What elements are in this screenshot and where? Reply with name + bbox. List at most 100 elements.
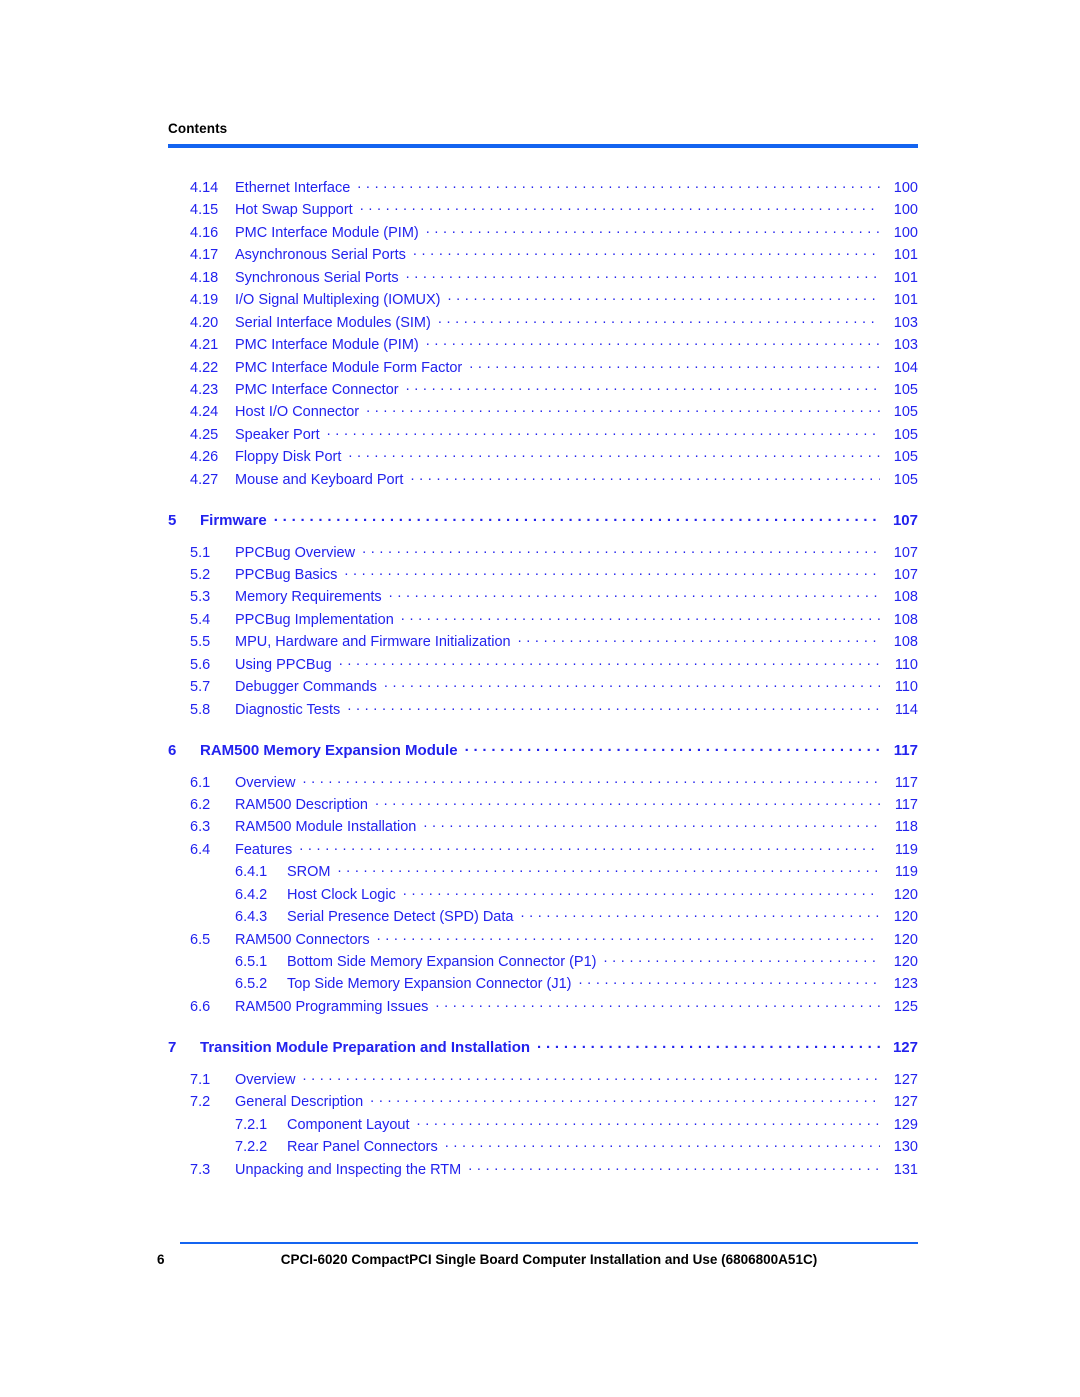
toc-entry-title: Diagnostic Tests — [235, 701, 341, 718]
toc-entry[interactable]: 4.20 Serial Interface Modules (SIM) 103 — [0, 313, 1080, 335]
toc-dot-leader — [344, 565, 880, 579]
toc-entry-title: RAM500 Description — [235, 796, 368, 813]
toc-entry[interactable]: 4.21 PMC Interface Module (PIM) 103 — [0, 335, 1080, 357]
toc-entry[interactable]: 4.23 PMC Interface Connector 105 — [0, 380, 1080, 402]
toc-dot-leader — [366, 402, 880, 416]
toc-entry-page-number: 110 — [894, 656, 918, 673]
toc-entry[interactable]: 6.2 RAM500 Description 117 — [0, 795, 1080, 817]
toc-entry-page-number: 104 — [893, 359, 918, 376]
toc-dot-leader — [417, 1115, 880, 1129]
toc-dot-leader — [401, 610, 880, 624]
toc-entry-number: 7 — [168, 1039, 177, 1057]
toc-entry[interactable]: 5.6 Using PPCBug 110 — [0, 655, 1080, 677]
toc-entry-title: Debugger Commands — [235, 679, 377, 696]
toc-entry[interactable]: 6 RAM500 Memory Expansion Module 117 — [0, 741, 1080, 763]
toc-entry-number: 6.5.2 — [235, 976, 268, 993]
toc-entry[interactable]: 4.27 Mouse and Keyboard Port 105 — [0, 470, 1080, 492]
toc-entry[interactable]: 7.2 General Description 127 — [0, 1092, 1080, 1114]
toc-entry[interactable]: 4.15 Hot Swap Support 100 — [0, 200, 1080, 222]
toc-entry-page-number: 117 — [894, 796, 918, 813]
toc-entry-page-number: 114 — [894, 701, 918, 718]
toc-entry-number: 5.2 — [190, 567, 211, 583]
toc-entry[interactable]: 6.6 RAM500 Programming Issues 125 — [0, 997, 1080, 1019]
toc-entry-number: 6.4.2 — [235, 886, 268, 903]
toc-entry[interactable]: 5.4 PPCBug Implementation 108 — [0, 610, 1080, 632]
toc-entry-title: Unpacking and Inspecting the RTM — [235, 1161, 462, 1178]
toc-entry[interactable]: 7.1 Overview 127 — [0, 1070, 1080, 1092]
toc-dot-leader — [347, 700, 880, 714]
toc-entry[interactable]: 5.5 MPU, Hardware and Firmware Initializa… — [0, 632, 1080, 654]
toc-entry-number: 4.21 — [190, 337, 219, 354]
toc-dot-leader — [537, 1038, 880, 1052]
toc-entry[interactable]: 6.4 Features 119 — [0, 840, 1080, 862]
toc-entry-title: Hot Swap Support — [235, 202, 353, 219]
toc-entry[interactable]: 4.19 I/O Signal Multiplexing (IOMUX) 101 — [0, 290, 1080, 312]
toc-entry[interactable]: 6.4.1 SROM 119 — [0, 862, 1080, 884]
toc-entry-title: RAM500 Programming Issues — [235, 998, 429, 1015]
toc-entry-number: 5.8 — [190, 701, 211, 718]
toc-dot-leader — [469, 358, 880, 372]
toc-entry-title: RAM500 Module Installation — [235, 819, 417, 836]
toc-entry-number: 6.6 — [190, 998, 211, 1015]
toc-entry-title: PPCBug Overview — [235, 544, 356, 561]
toc-entry[interactable]: 7.2.2 Rear Panel Connectors 130 — [0, 1137, 1080, 1159]
toc-entry[interactable]: 6.4.2 Host Clock Logic 120 — [0, 885, 1080, 907]
toc-entry[interactable]: 6.5.1 Bottom Side Memory Expansion Connec… — [0, 952, 1080, 974]
toc-entry[interactable]: 4.14 Ethernet Interface 100 — [0, 178, 1080, 200]
toc-entry[interactable]: 5.2 PPCBug Basics 107 — [0, 565, 1080, 587]
toc-entry-page-number: 120 — [893, 954, 918, 970]
toc-entry-page-number: 117 — [893, 742, 918, 760]
toc-entry-number: 4.26 — [190, 449, 219, 466]
toc-entry-page-number: 105 — [893, 471, 918, 488]
toc-dot-leader — [447, 290, 880, 304]
toc-dot-leader — [426, 335, 880, 349]
toc-dot-leader — [426, 223, 880, 237]
toc-entry-page-number: 105 — [893, 381, 918, 398]
toc-entry[interactable]: 4.18 Synchronous Serial Ports 101 — [0, 268, 1080, 290]
toc-entry-page-number: 108 — [893, 611, 918, 628]
toc-entry-title: MPU, Hardware and Firmware Initializatio… — [235, 634, 511, 651]
toc-entry-number: 4.16 — [190, 224, 219, 241]
toc-entry[interactable]: 4.22 PMC Interface Module Form Factor 104 — [0, 358, 1080, 380]
toc-entry[interactable]: 5.3 Memory Requirements 108 — [0, 587, 1080, 609]
toc-entry[interactable]: 4.24 Host I/O Connector 105 — [0, 402, 1080, 424]
toc-entry[interactable]: 5.1 PPCBug Overview 107 — [0, 543, 1080, 565]
toc-entry[interactable]: 6.5 RAM500 Connectors 120 — [0, 930, 1080, 952]
toc-entry-page-number: 100 — [893, 224, 918, 241]
toc-entry[interactable]: 5 Firmware 107 — [0, 511, 1080, 533]
toc-dot-leader — [579, 974, 881, 988]
toc-entry-number: 5.7 — [190, 679, 211, 696]
toc-entry-number: 4.17 — [190, 247, 219, 264]
toc-entry[interactable]: 5.7 Debugger Commands 110 — [0, 677, 1080, 699]
toc-entry-number: 6 — [168, 742, 177, 760]
document-page: Contents 4.14 Ethernet Interface 100 4.15 Ho… — [0, 0, 1080, 1397]
toc-entry-title: Host I/O Connector — [235, 404, 360, 421]
toc-entry[interactable]: 6.1 Overview 117 — [0, 773, 1080, 795]
toc-entry[interactable]: 4.17 Asynchronous Serial Ports 101 — [0, 245, 1080, 267]
toc-entry-page-number: 117 — [894, 774, 918, 791]
toc-entry[interactable]: 6.4.3 Serial Presence Detect (SPD) Data 12… — [0, 907, 1080, 929]
toc-dot-leader — [468, 1160, 880, 1174]
toc-entry[interactable]: 4.16 PMC Interface Module (PIM) 100 — [0, 223, 1080, 245]
toc-entry[interactable]: 7 Transition Module Preparation and Insta… — [0, 1038, 1080, 1060]
toc-entry[interactable]: 6.3 RAM500 Module Installation 118 — [0, 817, 1080, 839]
toc-entry-number: 4.18 — [190, 269, 219, 286]
footer-page-number: 6 — [157, 1252, 165, 1267]
toc-entry-title: PMC Interface Module (PIM) — [235, 337, 419, 354]
toc-entry-number: 5.4 — [190, 611, 211, 628]
toc-entry-number: 5.3 — [190, 589, 211, 606]
toc-entry-number: 6.3 — [190, 819, 211, 836]
toc-entry[interactable]: 6.5.2 Top Side Memory Expansion Connector… — [0, 974, 1080, 996]
toc-entry[interactable]: 4.25 Speaker Port 105 — [0, 425, 1080, 447]
toc-entry[interactable]: 7.3 Unpacking and Inspecting the RTM 131 — [0, 1160, 1080, 1182]
toc-entry-page-number: 123 — [893, 976, 918, 993]
footer-document-title: CPCI-6020 CompactPCI Single Board Comput… — [280, 1252, 818, 1267]
toc-entry-number: 5.5 — [190, 634, 211, 651]
toc-entry-number: 4.22 — [190, 359, 219, 376]
toc-entry-number: 6.5.1 — [235, 954, 268, 970]
toc-entry[interactable]: 7.2.1 Component Layout 129 — [0, 1115, 1080, 1137]
toc-entry[interactable]: 4.26 Floppy Disk Port 105 — [0, 447, 1080, 469]
toc-entry[interactable]: 5.8 Diagnostic Tests 114 — [0, 700, 1080, 722]
toc-dot-leader — [445, 1137, 880, 1151]
toc-dot-leader — [362, 543, 880, 557]
